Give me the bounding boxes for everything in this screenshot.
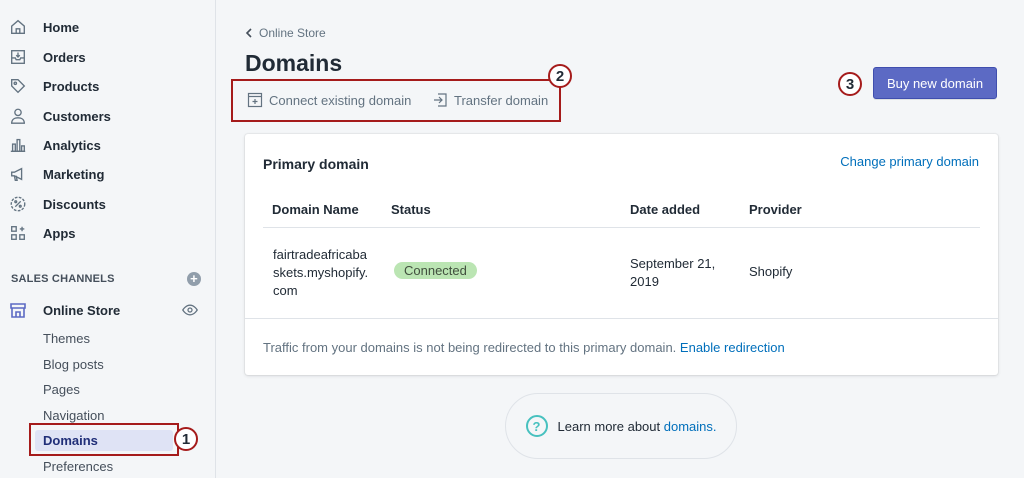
annotation-number-3: 3 <box>838 72 862 96</box>
tag-icon <box>8 76 28 96</box>
annotation-box-2 <box>231 79 561 122</box>
domains-help-link[interactable]: domains. <box>664 419 717 434</box>
domain-name-line: fairtradeafricaba <box>273 247 367 262</box>
buy-new-domain-button[interactable]: Buy new domain <box>873 67 997 99</box>
chevron-left-icon <box>245 28 252 38</box>
header-divider <box>263 227 980 228</box>
sidebar-item-orders[interactable]: Orders <box>8 46 86 68</box>
column-header-domain-name: Domain Name <box>272 202 359 217</box>
domain-name-line: skets.myshopify. <box>273 265 369 280</box>
sidebar-subitem-blog-posts[interactable]: Blog posts <box>43 357 104 372</box>
column-header-date-added: Date added <box>630 202 701 217</box>
store-icon <box>8 300 28 320</box>
sidebar-subitem-navigation[interactable]: Navigation <box>43 408 104 423</box>
sidebar-item-analytics[interactable]: Analytics <box>8 134 101 156</box>
apps-icon <box>8 223 28 243</box>
card-title: Primary domain <box>263 156 369 172</box>
sidebar-subitem-themes[interactable]: Themes <box>43 331 90 346</box>
sales-channels-label: SALES CHANNELS <box>11 273 115 285</box>
enable-redirection-link[interactable]: Enable redirection <box>680 340 785 355</box>
sidebar-subitem-pages[interactable]: Pages <box>43 382 80 397</box>
sidebar-item-discounts[interactable]: Discounts <box>8 193 106 215</box>
sidebar-item-marketing[interactable]: Marketing <box>8 163 104 185</box>
bar-chart-icon <box>8 135 28 155</box>
sidebar-item-home[interactable]: Home <box>8 16 79 38</box>
status-badge: Connected <box>394 262 477 279</box>
sidebar-item-apps[interactable]: Apps <box>8 222 76 244</box>
megaphone-icon <box>8 164 28 184</box>
learn-more-pill: ? Learn more about domains. <box>505 393 737 459</box>
date-line: September 21, <box>630 256 716 271</box>
redirection-notice: Traffic from your domains is not being r… <box>263 340 785 355</box>
annotation-number-2: 2 <box>548 64 572 88</box>
sidebar-item-label: Apps <box>43 225 76 241</box>
add-channel-icon[interactable]: + <box>187 272 201 286</box>
sidebar-item-label: Online Store <box>43 302 121 318</box>
sidebar-item-label: Customers <box>43 108 111 124</box>
orders-icon <box>8 47 28 67</box>
column-header-provider: Provider <box>749 202 802 217</box>
sidebar-item-products[interactable]: Products <box>8 75 99 97</box>
provider-cell: Shopify <box>749 264 793 279</box>
breadcrumb[interactable]: Online Store <box>245 26 326 40</box>
eye-icon[interactable] <box>182 302 198 318</box>
primary-domain-card: Primary domain Change primary domain Dom… <box>245 134 998 375</box>
sidebar-item-label: Home <box>43 19 80 35</box>
domain-name-line: com <box>273 283 298 298</box>
annotation-number-1: 1 <box>174 427 198 451</box>
sidebar-subitem-preferences[interactable]: Preferences <box>43 459 113 474</box>
sidebar-item-label: Discounts <box>43 196 106 212</box>
learn-more-label: Learn more about <box>557 418 661 434</box>
card-footer: Traffic from your domains is not being r… <box>245 318 998 375</box>
column-header-status: Status <box>391 202 431 217</box>
breadcrumb-label: Online Store <box>259 26 326 40</box>
sidebar: Home Orders Products Customers Analytics… <box>0 0 216 478</box>
date-line: 2019 <box>630 274 659 289</box>
discount-icon <box>8 194 28 214</box>
domain-name-cell: fairtradeafricaba skets.myshopify. com <box>273 246 368 300</box>
sidebar-item-online-store[interactable]: Online Store <box>8 299 198 321</box>
home-icon <box>8 17 28 37</box>
sidebar-item-label: Marketing <box>43 166 105 182</box>
page-title: Domains <box>245 50 343 76</box>
sales-channels-header: SALES CHANNELS + <box>11 272 201 286</box>
sidebar-item-label: Products <box>43 78 100 94</box>
help-icon: ? <box>525 415 548 437</box>
annotation-box-1 <box>29 423 179 456</box>
date-added-cell: September 21, 2019 <box>630 255 715 291</box>
learn-more-text: Learn more about domains. <box>558 419 717 434</box>
redirection-notice-text: Traffic from your domains is not being r… <box>263 340 677 355</box>
person-icon <box>8 106 28 126</box>
sidebar-item-customers[interactable]: Customers <box>8 105 111 127</box>
change-primary-domain-link[interactable]: Change primary domain <box>840 154 979 169</box>
sidebar-item-label: Orders <box>43 49 86 65</box>
sidebar-item-label: Analytics <box>43 137 101 153</box>
